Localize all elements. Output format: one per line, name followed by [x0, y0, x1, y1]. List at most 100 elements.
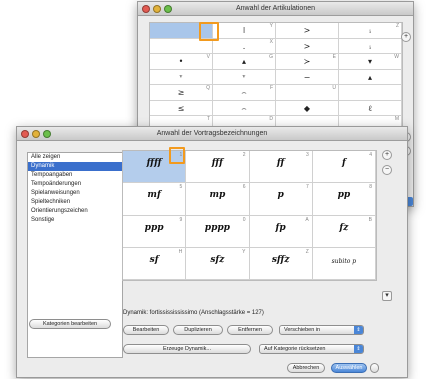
- articulation-cell[interactable]: ⌢: [213, 100, 276, 116]
- articulation-cell[interactable]: .X: [213, 38, 276, 54]
- articulation-symbol: ᵛ: [242, 72, 246, 82]
- shortcut-label: B: [368, 216, 372, 223]
- articulation-symbol: ǀ: [242, 26, 246, 35]
- articulation-cell[interactable]: −: [276, 69, 339, 85]
- category-item[interactable]: Dynamik: [28, 162, 122, 171]
- articulation-cell[interactable]: ▾ W: [339, 54, 402, 70]
- category-item[interactable]: Spieltechniken: [28, 198, 122, 207]
- articulation-symbol: >: [303, 41, 311, 51]
- category-item[interactable]: Spielanweisungen: [28, 189, 122, 198]
- zoom-button[interactable]: [43, 130, 51, 138]
- articulation-cell[interactable]: ᵢ: [339, 38, 402, 54]
- expression-cell[interactable]: f4: [312, 151, 376, 184]
- articulation-symbol: ≤: [177, 103, 185, 113]
- articulation-symbol: ℓ: [368, 103, 372, 113]
- articulation-symbol: ▴: [241, 57, 246, 66]
- articulation-cell[interactable]: ▴: [339, 69, 402, 85]
- expressions-window: Anwahl der Vortragsbezeichnungen Alle ze…: [16, 126, 408, 378]
- move-to-popup[interactable]: Verschieben in ⇕: [279, 325, 364, 335]
- expressions-titlebar: Anwahl der Vortragsbezeichnungen: [17, 127, 407, 141]
- expression-cell[interactable]: pppp 0: [186, 215, 250, 248]
- dynamic-symbol: f: [341, 158, 346, 168]
- articulation-cell[interactable]: ▴ G: [213, 54, 276, 70]
- expression-cell[interactable]: mp 6: [186, 183, 250, 216]
- expression-cell[interactable]: ppp 9: [123, 215, 187, 248]
- articulation-cell[interactable]: ≻ E: [276, 54, 339, 70]
- window-controls: [21, 130, 51, 138]
- articulation-cell[interactable]: ≤: [150, 100, 213, 116]
- shortcut-label: Y: [242, 248, 246, 255]
- category-item[interactable]: Sonstige: [28, 216, 122, 225]
- articulation-cell[interactable]: • V: [150, 54, 213, 70]
- articulation-cell[interactable]: ᵛ: [213, 69, 276, 85]
- expression-cell[interactable]: pp 8: [312, 183, 376, 216]
- articulation-symbol: ᵢ: [369, 41, 371, 51]
- articulation-cell[interactable]: ≥ Q: [150, 85, 213, 101]
- reset-category-popup[interactable]: Auf Kategorie rücksetzen ⇕: [259, 344, 364, 354]
- articulation-cell[interactable]: >: [276, 23, 339, 39]
- articulation-cell[interactable]: ◆: [276, 100, 339, 116]
- category-item[interactable]: Alle zeigen: [28, 153, 122, 162]
- remove-button[interactable]: Entfernen: [227, 325, 273, 335]
- expression-cell[interactable]: fff 2: [186, 151, 250, 184]
- articulation-cell[interactable]: >: [276, 38, 339, 54]
- dynamic-symbol: sfz: [210, 254, 225, 265]
- shortcut-label: 7: [305, 184, 309, 191]
- articulation-symbol: ≥: [177, 88, 185, 97]
- close-button[interactable]: [142, 5, 150, 13]
- expression-cell[interactable]: sf H: [123, 247, 187, 280]
- edit-categories-button[interactable]: Kategorien bearbeiten: [29, 319, 111, 329]
- category-item[interactable]: Orientierungszeichen: [28, 207, 122, 216]
- zoom-in-icon[interactable]: +: [382, 150, 392, 160]
- window-controls: [142, 5, 172, 13]
- shortcut-label: W: [394, 54, 399, 60]
- expression-cell[interactable]: fp A: [249, 215, 313, 248]
- expression-cell[interactable]: p7: [249, 183, 313, 216]
- category-item[interactable]: Tempoänderungen: [28, 180, 122, 189]
- zoom-in-icon[interactable]: +: [401, 32, 411, 42]
- select-button[interactable]: Auswählen: [331, 363, 367, 373]
- shortcut-label: 5: [179, 184, 183, 191]
- dynamic-symbol: p: [277, 190, 284, 201]
- dynamic-symbol: ff: [276, 158, 285, 168]
- zoom-button[interactable]: [164, 5, 172, 13]
- shortcut-label: E: [332, 54, 336, 60]
- minimize-button[interactable]: [32, 130, 40, 138]
- articulation-cell[interactable]: U: [276, 85, 339, 101]
- expression-cell[interactable]: sffz Z: [249, 247, 313, 280]
- expression-cell[interactable]: fz B: [312, 215, 376, 248]
- cancel-button[interactable]: Abbrechen: [287, 363, 325, 373]
- articulation-cell[interactable]: ᵛ: [150, 69, 213, 85]
- scroll-down-icon[interactable]: ▾: [382, 291, 392, 301]
- create-dynamic-button[interactable]: Erzeuge Dynamik...: [123, 344, 251, 354]
- expression-cell[interactable]: mf 5: [123, 183, 187, 216]
- category-item[interactable]: Tempoangaben: [28, 171, 122, 180]
- duplicate-button[interactable]: Duplizieren: [173, 325, 223, 335]
- close-button[interactable]: [21, 130, 29, 138]
- articulation-cell[interactable]: ℓ: [339, 100, 402, 116]
- shortcut-label: 8: [369, 184, 372, 191]
- shortcut-label: Y: [269, 23, 273, 29]
- zoom-out-icon[interactable]: −: [382, 165, 392, 175]
- edit-button[interactable]: Bearbeiten: [123, 325, 169, 335]
- articulation-symbol: >: [303, 26, 311, 35]
- expression-cell[interactable]: sfz Y: [186, 247, 250, 280]
- expressions-grid: ffff 1 fff 2 ff 3 f 4 mf 5 mp 6 p 7 pp 8 ppp 9 pppp 0 fp Afz B…: [122, 150, 377, 281]
- minimize-button[interactable]: [153, 5, 161, 13]
- expressions-side-controls: + − ▾: [382, 150, 392, 305]
- shortcut-label: Q: [206, 85, 210, 91]
- articulation-symbol: ⌢: [241, 88, 247, 97]
- more-options-button[interactable]: [370, 363, 379, 373]
- expression-cell[interactable]: subito p: [312, 247, 376, 280]
- expression-cell[interactable]: ff 3: [249, 151, 313, 184]
- highlight-box: [199, 22, 219, 41]
- articulation-cell[interactable]: ᵢZ: [339, 23, 402, 39]
- articulation-cell[interactable]: ǀY: [213, 23, 276, 39]
- articulation-cell[interactable]: ⌢ F: [213, 85, 276, 101]
- dynamic-symbol: subito p: [331, 257, 357, 265]
- shortcut-label: Z: [395, 23, 399, 29]
- move-to-label: Verschieben in: [284, 327, 321, 333]
- articulation-cell[interactable]: [339, 85, 402, 101]
- expressions-title: Anwahl der Vortragsbezeichnungen: [156, 130, 268, 137]
- shortcut-label: D: [269, 116, 273, 122]
